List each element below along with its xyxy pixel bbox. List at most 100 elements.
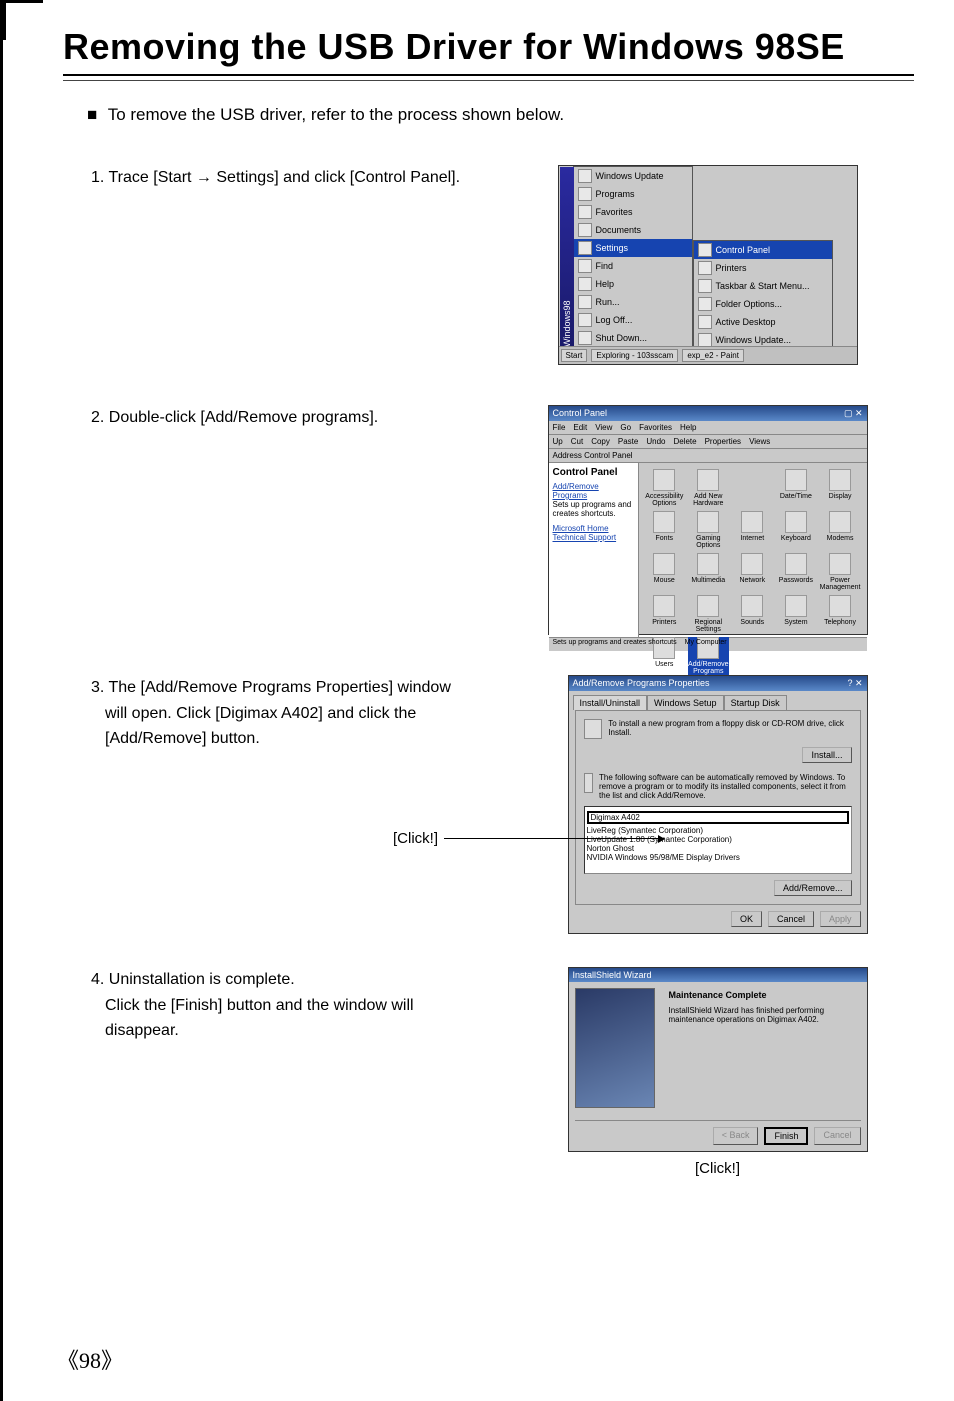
- menu-run[interactable]: Run...: [574, 293, 692, 311]
- finish-button[interactable]: Finish: [764, 1127, 808, 1145]
- cp-addhardware[interactable]: Add New Hardware: [688, 469, 728, 507]
- tab-windows-setup[interactable]: Windows Setup: [647, 695, 724, 710]
- menu-help[interactable]: Help: [680, 423, 696, 432]
- cp-side-mshome[interactable]: Microsoft Home: [553, 524, 634, 533]
- add-remove-button[interactable]: Add/Remove...: [774, 880, 852, 896]
- tb-paste[interactable]: Paste: [618, 437, 638, 446]
- intro-text: ■ To remove the USB driver, refer to the…: [87, 105, 914, 125]
- favorites-icon: [578, 205, 592, 219]
- controlpanel-icon: [698, 243, 712, 257]
- cp-menubar: File Edit View Go Favorites Help: [549, 421, 867, 435]
- window-buttons[interactable]: ▢ ✕: [844, 408, 863, 419]
- list-item-nvidia[interactable]: NVIDIA Windows 95/98/ME Display Drivers: [587, 853, 849, 862]
- menu-favorites[interactable]: Favorites: [639, 423, 672, 432]
- cp-telephony[interactable]: Telephony: [820, 595, 861, 633]
- submenu-active-desktop[interactable]: Active Desktop: [694, 313, 832, 331]
- install-button[interactable]: Install...: [802, 747, 851, 763]
- menu-shutdown[interactable]: Shut Down...: [574, 329, 692, 347]
- task-paint[interactable]: exp_e2 - Paint: [682, 349, 744, 362]
- cp-sounds[interactable]: Sounds: [733, 595, 773, 633]
- logoff-icon: [578, 313, 592, 327]
- cp-status-right: My Computer: [685, 639, 727, 650]
- menu-logoff[interactable]: Log Off...: [574, 311, 692, 329]
- tb-properties[interactable]: Properties: [705, 437, 741, 446]
- click-annotation-finish: [Click!]: [695, 1160, 740, 1177]
- cp-accessibility[interactable]: Accessibility Options: [645, 469, 685, 507]
- cp-modems[interactable]: Modems: [820, 511, 861, 549]
- cp-keyboard[interactable]: Keyboard: [776, 511, 816, 549]
- step-1-text: 1. Trace [Start → Settings] and click [C…: [63, 165, 483, 365]
- menu-windows-update[interactable]: Windows Update: [574, 167, 692, 185]
- cp-side-desc: Sets up programs and creates shortcuts.: [553, 500, 634, 518]
- help-icon: [578, 277, 592, 291]
- tb-views[interactable]: Views: [749, 437, 770, 446]
- step-4-line3: disappear.: [91, 1018, 503, 1044]
- cp-datetime[interactable]: Date/Time: [776, 469, 816, 507]
- menu-settings[interactable]: Settings: [574, 239, 692, 257]
- cp-passwords[interactable]: Passwords: [776, 553, 816, 591]
- wizard-image: [575, 988, 655, 1108]
- tb-copy[interactable]: Copy: [591, 437, 610, 446]
- start-side-label: Windows98: [560, 167, 574, 347]
- submenu-control-panel[interactable]: Control Panel: [694, 241, 832, 259]
- arp-top-text: To install a new program from a floppy d…: [608, 719, 851, 737]
- click-label: [Click!]: [393, 830, 438, 847]
- tb-up[interactable]: Up: [553, 437, 563, 446]
- screenshot-addremove-dialog: Add/Remove Programs Properties? ✕ Instal…: [568, 675, 868, 934]
- menu-help[interactable]: Help: [574, 275, 692, 293]
- task-explorer[interactable]: Exploring - 103sscam: [591, 349, 678, 362]
- step-4-line2: Click the [Finish] button and the window…: [91, 993, 503, 1019]
- page-title: Removing the USB Driver for Windows 98SE: [63, 26, 914, 68]
- screenshot-installshield-wizard: InstallShield Wizard Maintenance Complet…: [568, 967, 868, 1152]
- cp-side-techsupport[interactable]: Technical Support: [553, 533, 634, 542]
- cp-title: Control Panel: [553, 408, 608, 419]
- tb-cut[interactable]: Cut: [571, 437, 583, 446]
- cp-power[interactable]: Power Management: [820, 553, 861, 591]
- menu-edit[interactable]: Edit: [573, 423, 587, 432]
- cp-addressbar[interactable]: Address Control Panel: [549, 449, 867, 463]
- tab-startup-disk[interactable]: Startup Disk: [724, 695, 787, 710]
- cp-network[interactable]: Network: [733, 553, 773, 591]
- step-3-line3: [Add/Remove] button.: [91, 726, 503, 752]
- submenu-taskbar[interactable]: Taskbar & Start Menu...: [694, 277, 832, 295]
- taskbar-icon: [698, 279, 712, 293]
- cp-printers[interactable]: Printers: [645, 595, 685, 633]
- apply-button: Apply: [820, 911, 861, 927]
- tb-undo[interactable]: Undo: [646, 437, 665, 446]
- cp-display[interactable]: Display: [820, 469, 861, 507]
- tab-install-uninstall[interactable]: Install/Uninstall: [573, 695, 648, 710]
- cp-gaming[interactable]: Gaming Options: [688, 511, 728, 549]
- submenu-folder-options[interactable]: Folder Options...: [694, 295, 832, 313]
- start-button[interactable]: Start: [561, 349, 588, 362]
- menu-view[interactable]: View: [595, 423, 612, 432]
- find-icon: [578, 259, 592, 273]
- menu-find[interactable]: Find: [574, 257, 692, 275]
- cp-system[interactable]: System: [776, 595, 816, 633]
- cp-mouse[interactable]: Mouse: [645, 553, 685, 591]
- arp-mid-text: The following software can be automatica…: [599, 773, 851, 800]
- cp-regional[interactable]: Regional Settings: [688, 595, 728, 633]
- tb-delete[interactable]: Delete: [673, 437, 696, 446]
- cp-internet[interactable]: Internet: [733, 511, 773, 549]
- programs-icon: [578, 187, 592, 201]
- folder-icon: [698, 297, 712, 311]
- cp-side-addremove[interactable]: Add/Remove Programs: [553, 482, 634, 500]
- menu-favorites[interactable]: Favorites: [574, 203, 692, 221]
- cp-fonts[interactable]: Fonts: [645, 511, 685, 549]
- cp-multimedia[interactable]: Multimedia: [688, 553, 728, 591]
- cancel-button[interactable]: Cancel: [768, 911, 814, 927]
- arp-close-icon[interactable]: ? ✕: [847, 678, 862, 689]
- menu-documents[interactable]: Documents: [574, 221, 692, 239]
- submenu-printers[interactable]: Printers: [694, 259, 832, 277]
- cp-status-left: Sets up programs and creates shortcuts: [553, 639, 677, 650]
- step-3-line2: will open. Click [Digimax A402] and clic…: [91, 701, 503, 727]
- winupdate-icon: [698, 333, 712, 347]
- list-item-digimax[interactable]: Digimax A402: [587, 811, 849, 824]
- ok-button[interactable]: OK: [731, 911, 762, 927]
- wiz-heading: Maintenance Complete: [669, 990, 859, 1000]
- update-icon: [578, 169, 592, 183]
- wiz-body: InstallShield Wizard has finished perfor…: [669, 1006, 825, 1024]
- menu-file[interactable]: File: [553, 423, 566, 432]
- menu-programs[interactable]: Programs: [574, 185, 692, 203]
- menu-go[interactable]: Go: [620, 423, 631, 432]
